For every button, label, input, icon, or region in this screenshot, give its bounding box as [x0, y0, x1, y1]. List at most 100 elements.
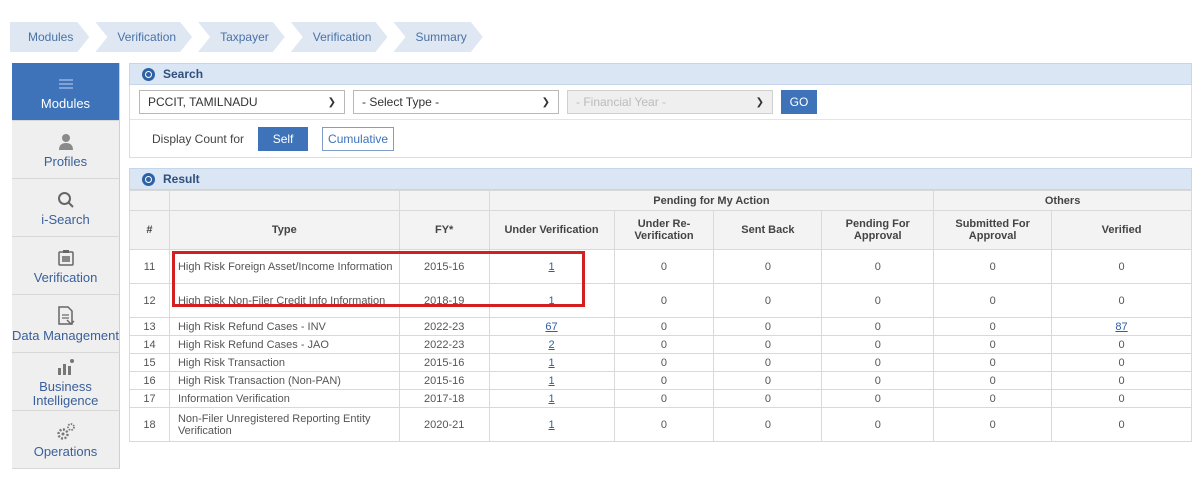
- sidebar-label: Data Management: [12, 327, 119, 343]
- sidebar-item-isearch[interactable]: i-Search: [12, 179, 120, 237]
- region-value: PCCIT, TAMILNADU: [148, 95, 258, 109]
- column-header[interactable]: FY*: [398, 210, 490, 250]
- count-link[interactable]: 87: [1051, 317, 1192, 336]
- type-cell: High Risk Refund Cases - INV: [168, 317, 400, 336]
- group-header-pending: Pending for My Action: [488, 190, 935, 211]
- group-header-others: Others: [933, 190, 1192, 211]
- search-panel: PCCIT, TAMILNADU ❯ - Select Type - ❯ - F…: [129, 85, 1192, 158]
- table-row: 17 Information Verification 2017-18 1 0 0 0 0 0: [129, 389, 1192, 408]
- column-header[interactable]: Sent Back: [713, 210, 823, 250]
- type-cell: High Risk Non-Filer Credit Info Informat…: [168, 283, 400, 318]
- header-spacer: [398, 190, 490, 211]
- column-header[interactable]: Pending For Approval: [821, 210, 935, 250]
- table-cell: 0: [933, 353, 1053, 372]
- count-link[interactable]: 67: [488, 317, 615, 336]
- result-table-body: 11 High Risk Foreign Asset/Income Informa…: [129, 249, 1192, 442]
- table-cell: 0: [613, 353, 715, 372]
- region-select[interactable]: PCCIT, TAMILNADU ❯: [139, 90, 345, 114]
- table-cell: 0: [1051, 371, 1192, 390]
- table-cell: 0: [933, 371, 1053, 390]
- sidebar-label: Modules: [40, 95, 91, 111]
- sidebar-label: Business Intelligence: [32, 378, 99, 408]
- financial-year-select[interactable]: - Financial Year - ❯: [567, 90, 773, 114]
- sidebar-label: Verification: [33, 269, 98, 285]
- column-header[interactable]: Verified: [1051, 210, 1192, 250]
- self-button[interactable]: Self: [258, 126, 309, 151]
- collapse-icon[interactable]: [142, 67, 155, 81]
- type-select[interactable]: - Select Type - ❯: [353, 90, 559, 114]
- sidebar-item-business-intelligence[interactable]: Business Intelligence: [12, 353, 120, 411]
- table-cell: 0: [613, 407, 715, 442]
- breadcrumb-verification-2[interactable]: Verification: [291, 22, 388, 52]
- column-header[interactable]: Under Verification: [488, 210, 615, 250]
- breadcrumb: Modules Verification Taxpayer Verificati…: [10, 22, 489, 52]
- cumulative-button[interactable]: Cumulative: [322, 126, 395, 151]
- column-header[interactable]: Type: [168, 210, 400, 250]
- verification-icon: [57, 247, 75, 269]
- app-root: Modules Verification Taxpayer Verificati…: [0, 0, 1192, 484]
- table-cell: 13: [129, 317, 170, 336]
- column-header[interactable]: #: [129, 210, 170, 250]
- table-cell: 15: [129, 353, 170, 372]
- header-spacer: [129, 190, 170, 211]
- type-cell: Non-Filer Unregistered Reporting Entity …: [168, 407, 400, 442]
- breadcrumb-taxpayer[interactable]: Taxpayer: [198, 22, 285, 52]
- table-cell: 0: [1051, 335, 1192, 354]
- type-placeholder: - Select Type -: [362, 95, 440, 109]
- breadcrumb-summary[interactable]: Summary: [393, 22, 482, 52]
- column-header[interactable]: Submitted For Approval: [933, 210, 1053, 250]
- table-cell: 0: [613, 249, 715, 284]
- sidebar-item-profiles[interactable]: Profiles: [12, 121, 120, 179]
- collapse-icon[interactable]: [142, 172, 155, 186]
- table-row: 16 High Risk Transaction (Non-PAN) 2015-16…: [129, 371, 1192, 390]
- table-cell: 0: [713, 407, 823, 442]
- sidebar-label: i-Search: [41, 211, 90, 227]
- table-cell: 2015-16: [398, 249, 490, 284]
- type-cell: High Risk Transaction: [168, 353, 400, 372]
- header-spacer: [168, 190, 400, 211]
- table-cell: 0: [821, 335, 935, 354]
- gear-icon: [56, 421, 76, 443]
- result-section-header[interactable]: Result: [129, 168, 1192, 190]
- table-cell: 0: [821, 353, 935, 372]
- table-row: 18 Non-Filer Unregistered Reporting Entit…: [129, 407, 1192, 442]
- sidebar-item-operations[interactable]: Operations: [12, 411, 120, 469]
- table-cell: 0: [821, 371, 935, 390]
- table-cell: 2017-18: [398, 389, 490, 408]
- table-row: 14 High Risk Refund Cases - JAO 2022-23 2 0 0…: [129, 335, 1192, 354]
- sidebar-item-verification[interactable]: Verification: [12, 237, 120, 295]
- table-cell: 0: [613, 335, 715, 354]
- table-cell: 12: [129, 283, 170, 318]
- table-cell: 0: [933, 283, 1053, 318]
- count-link[interactable]: 1: [488, 283, 615, 318]
- fy-placeholder: - Financial Year -: [576, 95, 667, 109]
- table-cell: 0: [821, 317, 935, 336]
- table-cell: 0: [1051, 389, 1192, 408]
- go-button[interactable]: GO: [781, 90, 817, 114]
- count-link[interactable]: 1: [488, 407, 615, 442]
- count-link[interactable]: 1: [488, 389, 615, 408]
- table-cell: 16: [129, 371, 170, 390]
- count-link[interactable]: 1: [488, 249, 615, 284]
- search-section-header[interactable]: Search: [129, 63, 1192, 85]
- business-intelligence-icon: [56, 356, 76, 378]
- table-cell: 0: [713, 389, 823, 408]
- column-header[interactable]: Under Re-Verification: [613, 210, 715, 250]
- chevron-down-icon: ❯: [755, 96, 764, 108]
- breadcrumb-verification[interactable]: Verification: [95, 22, 192, 52]
- table-cell: 0: [613, 317, 715, 336]
- count-link[interactable]: 1: [488, 371, 615, 390]
- table-cell: 0: [1051, 353, 1192, 372]
- table-cell: 2015-16: [398, 371, 490, 390]
- table-cell: 0: [821, 283, 935, 318]
- count-link[interactable]: 2: [488, 335, 615, 354]
- column-header-row: # Type FY* Under Verification Under Re-Verif…: [129, 210, 1192, 250]
- table-row: 11 High Risk Foreign Asset/Income Informa…: [129, 249, 1192, 284]
- count-link[interactable]: 1: [488, 353, 615, 372]
- sidebar-item-data-management[interactable]: Data Management: [12, 295, 120, 353]
- type-cell: High Risk Refund Cases - JAO: [168, 335, 400, 354]
- sidebar-item-modules[interactable]: Modules: [12, 63, 120, 121]
- breadcrumb-modules[interactable]: Modules: [10, 22, 89, 52]
- table-cell: 0: [933, 407, 1053, 442]
- chevron-down-icon: ❯: [541, 96, 550, 108]
